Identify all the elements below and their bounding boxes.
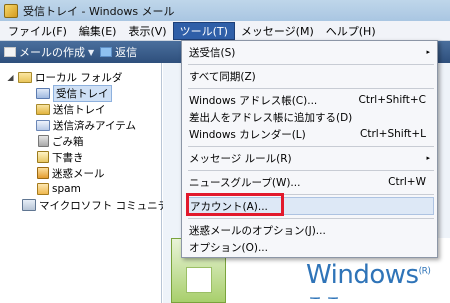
menu-item-send-receive[interactable]: 送受信(S) ▸ [188, 43, 434, 61]
menu-tools[interactable]: ツール(T) [172, 21, 235, 40]
folder-icon [37, 183, 49, 195]
menu-help[interactable]: ヘルプ(H) [320, 22, 382, 40]
chevron-down-icon[interactable]: ▼ [88, 48, 94, 57]
menu-edit[interactable]: 編集(E) [73, 22, 123, 40]
menu-separator [188, 170, 434, 171]
compose-button[interactable]: メールの作成 ▼ [4, 44, 94, 60]
tree-label: ローカル フォルダ [35, 71, 123, 84]
registered-mark: (R) [418, 266, 431, 277]
menu-separator [188, 146, 434, 147]
windows-mail-icon [4, 3, 18, 18]
menu-separator [188, 88, 434, 89]
window-graphic [186, 267, 212, 293]
menu-item-label: すべて同期(Z) [189, 70, 256, 83]
highlight-frame [186, 193, 284, 216]
tree-item-junk[interactable]: 迷惑メール [37, 165, 105, 181]
tree-label: ごみ箱 [52, 135, 84, 148]
tree-label: 下書き [52, 151, 84, 164]
tree-item-sent[interactable]: 送信済みアイテム [36, 117, 136, 133]
tree-label: 送信トレイ [53, 103, 106, 116]
tree-local-folders[interactable]: ◢ ローカル フォルダ [6, 69, 122, 85]
collapse-icon[interactable]: ◢ [6, 73, 15, 82]
menu-item-label: ニュースグループ(W)... [189, 176, 301, 189]
reply-label: 返信 [115, 46, 138, 59]
tree-item-drafts[interactable]: 下書き [37, 149, 84, 165]
menu-item-label: Windows アドレス帳(C)... [189, 94, 318, 107]
window-title: 受信トレイ - Windows メール [23, 4, 175, 18]
menu-item-options[interactable]: オプション(O)... [188, 238, 434, 256]
menu-message[interactable]: メッセージ(M) [235, 22, 320, 40]
tree-label: 迷惑メール [52, 167, 105, 180]
tree-item-inbox[interactable]: 受信トレイ [36, 84, 112, 102]
new-mail-icon [4, 47, 16, 57]
compose-label: メールの作成 [19, 46, 85, 59]
folder-pane: ◢ ローカル フォルダ 受信トレイ 送信トレイ 送信済みアイテム ごみ箱 下書き… [0, 63, 178, 303]
tree-item-outbox[interactable]: 送信トレイ [36, 101, 106, 117]
menu-item-label: オプション(O)... [189, 241, 268, 254]
menu-item-sync-all[interactable]: すべて同期(Z) [188, 67, 434, 85]
reply-icon [100, 47, 113, 57]
menu-item-label: 迷惑メールのオプション(J)... [189, 224, 326, 237]
drafts-icon [37, 151, 49, 163]
menu-item-add-sender[interactable]: 差出人をアドレス帳に追加する(D) [188, 108, 434, 126]
tree-label: 受信トレイ [53, 84, 112, 102]
tree-item-trash[interactable]: ごみ箱 [38, 133, 84, 149]
menu-item-label: 送受信(S) [189, 46, 236, 59]
folder-icon [18, 71, 32, 83]
reply-button[interactable]: 返信 [100, 44, 137, 60]
menu-separator [188, 218, 434, 219]
tree-item-spam[interactable]: spam [37, 181, 81, 197]
windows-brand: Windows(R) [306, 260, 431, 290]
preview-subtext: ここ [306, 290, 342, 303]
newsgroup-icon [22, 199, 36, 211]
menu-shortcut: Ctrl+Shift+L [360, 128, 426, 140]
tree-label: 送信済みアイテム [53, 119, 136, 132]
menu-file[interactable]: ファイル(F) [2, 22, 73, 40]
menu-item-label: メッセージ ルール(R) [189, 152, 292, 165]
trash-icon [38, 135, 49, 147]
menu-shortcut: Ctrl+W [388, 176, 426, 188]
title-bar: 受信トレイ - Windows メール [0, 0, 450, 21]
brand-text: Windows [306, 260, 419, 290]
menu-separator [188, 64, 434, 65]
menu-view[interactable]: 表示(V) [122, 22, 172, 40]
tree-label: spam [52, 183, 81, 195]
menu-item-junk-options[interactable]: 迷惑メールのオプション(J)... [188, 221, 434, 239]
menu-item-newsgroups[interactable]: ニュースグループ(W)... Ctrl+W [188, 173, 434, 191]
menu-item-label: 差出人をアドレス帳に追加する(D) [189, 111, 353, 124]
menu-item-label: Windows カレンダー(L) [189, 128, 306, 141]
menu-item-message-rules[interactable]: メッセージ ルール(R) ▸ [188, 149, 434, 167]
tree-item-newsgroup[interactable]: マイクロソフト コミュニティ [22, 197, 178, 213]
submenu-arrow-icon: ▸ [426, 48, 430, 56]
menu-item-calendar[interactable]: Windows カレンダー(L) Ctrl+Shift+L [188, 125, 434, 143]
junk-mail-icon [37, 167, 49, 179]
menu-bar: ファイル(F) 編集(E) 表示(V) ツール(T) メッセージ(M) ヘルプ(… [0, 21, 450, 41]
tools-menu: 送受信(S) ▸ すべて同期(Z) Windows アドレス帳(C)... Ct… [181, 40, 438, 258]
submenu-arrow-icon: ▸ [426, 154, 430, 162]
sent-items-icon [36, 119, 50, 131]
menu-shortcut: Ctrl+Shift+C [358, 94, 426, 106]
menu-item-address-book[interactable]: Windows アドレス帳(C)... Ctrl+Shift+C [188, 91, 434, 109]
outbox-icon [36, 103, 50, 115]
inbox-icon [36, 87, 50, 99]
tree-label: マイクロソフト コミュニティ [39, 199, 178, 212]
